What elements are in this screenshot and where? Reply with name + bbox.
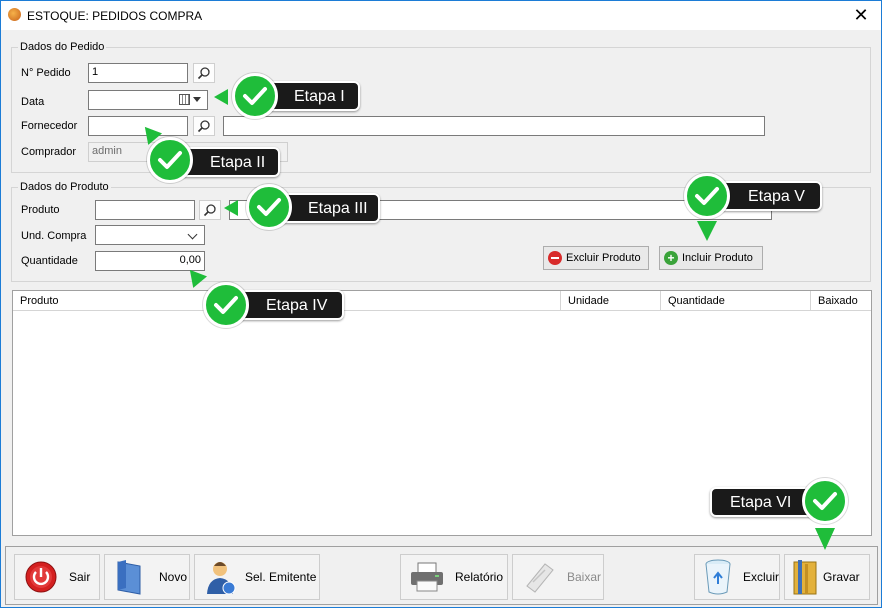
novo-button[interactable]: Novo — [104, 554, 190, 600]
callout-etapa-2-text: Etapa II — [210, 154, 266, 171]
recycle-bin-icon — [701, 557, 735, 597]
fornecedor-search-button[interactable] — [193, 116, 215, 136]
quantidade-input[interactable]: 0,00 — [95, 251, 205, 271]
magnifier-icon — [197, 120, 210, 133]
magnifier-icon — [197, 67, 210, 80]
novo-label: Novo — [159, 570, 188, 584]
new-document-icon — [111, 557, 151, 597]
callout-etapa-4-text: Etapa IV — [266, 297, 328, 314]
column-header-quantidade[interactable]: Quantidade — [661, 291, 811, 311]
app-logo-icon — [8, 8, 21, 21]
excluir-button[interactable]: Excluir — [694, 554, 780, 600]
check-icon — [684, 173, 730, 219]
window-title: ESTOQUE: PEDIDOS COMPRA — [27, 9, 203, 23]
table-header: Produto Unidade Quantidade Baixado — [13, 291, 871, 311]
quantidade-label: Quantidade — [21, 255, 78, 267]
excluir-label: Excluir — [742, 570, 779, 584]
relatorio-button[interactable]: Relatório — [400, 554, 508, 600]
gravar-button[interactable]: Gravar — [784, 554, 870, 600]
column-header-baixado[interactable]: Baixado — [811, 291, 871, 311]
sel-emitente-label: Sel. Emitente — [245, 570, 317, 584]
check-icon — [802, 478, 848, 524]
excluir-produto-button[interactable]: Excluir Produto — [543, 246, 649, 270]
check-icon — [232, 73, 278, 119]
pedido-legend: Dados do Pedido — [18, 41, 107, 53]
close-button[interactable]: ✕ — [851, 5, 871, 26]
callout-etapa-1-text: Etapa I — [294, 88, 345, 105]
callout-pointer — [697, 221, 717, 241]
save-folder-icon — [791, 557, 819, 597]
und-compra-label: Und. Compra — [21, 230, 87, 242]
sair-button[interactable]: Sair — [14, 554, 100, 600]
comprador-label: Comprador — [21, 146, 77, 158]
produto-code-input[interactable] — [95, 200, 195, 220]
callout-pointer — [815, 528, 835, 550]
fornecedor-name-input[interactable] — [223, 116, 765, 136]
gravar-label: Gravar — [823, 570, 860, 584]
sair-label: Sair — [69, 570, 91, 584]
produto-search-button[interactable] — [199, 200, 221, 220]
callout-pointer — [224, 200, 238, 216]
numero-pedido-label: N° Pedido — [21, 67, 71, 79]
remove-icon — [548, 251, 562, 265]
data-label: Data — [21, 96, 45, 108]
relatorio-label: Relatório — [455, 570, 504, 584]
excluir-produto-label: Excluir Produto — [566, 252, 641, 264]
check-icon — [203, 282, 249, 328]
produto-label: Produto — [21, 204, 60, 216]
sel-emitente-button[interactable]: Sel. Emitente — [194, 554, 320, 600]
check-icon — [147, 137, 193, 183]
produto-legend: Dados do Produto — [18, 181, 111, 193]
callout-pointer — [214, 89, 228, 105]
title-bar: ESTOQUE: PEDIDOS COMPRA ✕ — [1, 1, 881, 30]
baixar-label: Baixar — [567, 570, 602, 584]
power-icon — [21, 557, 61, 597]
callout-etapa-5-text: Etapa V — [748, 188, 805, 205]
incluir-produto-button[interactable]: + Incluir Produto — [659, 246, 763, 270]
pedido-search-button[interactable] — [193, 63, 215, 83]
callout-etapa-3-text: Etapa III — [308, 200, 368, 217]
column-header-unidade[interactable]: Unidade — [561, 291, 661, 311]
action-toolbar: Sair Novo Sel. Emitente Relatório Baixar — [5, 546, 878, 605]
edit-document-icon — [519, 557, 559, 597]
magnifier-icon — [203, 204, 216, 217]
callout-etapa-6-text: Etapa VI — [730, 494, 792, 511]
fornecedor-label: Fornecedor — [21, 120, 78, 132]
calendar-icon[interactable] — [179, 94, 190, 105]
incluir-produto-label: Incluir Produto — [682, 252, 753, 264]
data-date-picker[interactable] — [88, 90, 208, 110]
printer-icon — [407, 557, 447, 597]
check-icon — [246, 184, 292, 230]
baixar-button: Baixar — [512, 554, 604, 600]
numero-pedido-input[interactable]: 1 — [88, 63, 188, 83]
add-icon: + — [664, 251, 678, 265]
chevron-down-icon[interactable] — [193, 97, 201, 102]
user-icon — [201, 557, 241, 597]
